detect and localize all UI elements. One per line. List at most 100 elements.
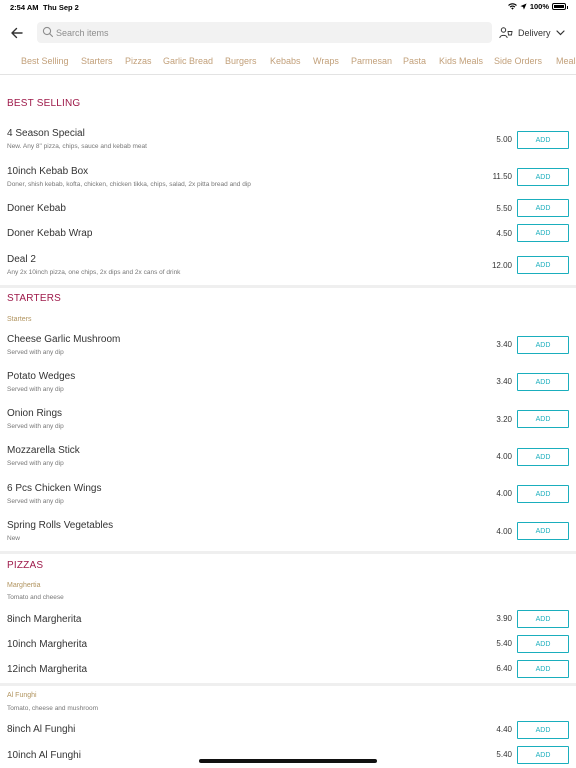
section-title-starters: STARTERS	[7, 293, 62, 304]
item-description: New. Any 8" pizza, chips, sauce and keba…	[7, 143, 147, 150]
section-title-pizzas: PIZZAS	[7, 560, 44, 571]
item-name[interactable]: Onion Rings	[7, 408, 62, 419]
section-divider	[0, 551, 576, 554]
back-arrow-icon[interactable]	[9, 25, 25, 41]
item-name[interactable]: 8inch Margherita	[7, 614, 81, 625]
section-divider	[0, 285, 576, 288]
tab-kebabs[interactable]: Kebabs	[270, 56, 301, 74]
item-description: Served with any dip	[7, 498, 64, 505]
tab-parmesan[interactable]: Parmesan	[351, 56, 392, 74]
subsection-description: Tomato, cheese and mushroom	[7, 705, 99, 712]
item-price: 12.00	[491, 261, 512, 270]
status-indicators: 100%	[507, 2, 568, 11]
add-button[interactable]: ADD	[517, 522, 569, 540]
item-name[interactable]: 8inch Al Funghi	[7, 724, 75, 735]
item-price: 3.40	[496, 340, 512, 349]
add-button[interactable]: ADD	[517, 168, 569, 186]
item-description: Served with any dip	[7, 349, 64, 356]
tab-side-orders[interactable]: Side Orders	[494, 56, 542, 74]
delivery-person-icon	[499, 27, 513, 39]
item-name[interactable]: 12inch Margherita	[7, 664, 87, 675]
item-name[interactable]: Doner Kebab	[7, 203, 66, 214]
group-divider	[0, 683, 576, 686]
add-button[interactable]: ADD	[517, 199, 569, 217]
item-price: 3.20	[496, 415, 512, 424]
item-price: 3.90	[496, 614, 512, 623]
item-name[interactable]: 10inch Kebab Box	[7, 166, 88, 177]
battery-percentage: 100%	[529, 2, 549, 11]
subsection-description: Tomato and cheese	[7, 594, 64, 601]
subsection-title: Al Funghi	[7, 692, 37, 699]
item-name[interactable]: Doner Kebab Wrap	[7, 228, 92, 239]
home-indicator[interactable]	[199, 759, 377, 763]
status-bar: 2:54 AM Thu Sep 2 100%	[0, 0, 576, 14]
add-button[interactable]: ADD	[517, 635, 569, 653]
tab-starters[interactable]: Starters	[81, 56, 113, 74]
tab-meals[interactable]: Meals	[556, 56, 576, 74]
add-button[interactable]: ADD	[517, 410, 569, 428]
item-price: 4.40	[496, 725, 512, 734]
item-description: Served with any dip	[7, 386, 64, 393]
location-arrow-icon	[520, 3, 527, 10]
status-date: Thu Sep 2	[43, 3, 79, 12]
add-button[interactable]: ADD	[517, 336, 569, 354]
subsection-title: Marghertia	[7, 582, 41, 589]
add-button[interactable]: ADD	[517, 224, 569, 242]
item-price: 4.50	[496, 229, 512, 238]
add-button[interactable]: ADD	[517, 485, 569, 503]
top-bar: Delivery	[0, 22, 576, 44]
item-description: Any 2x 10inch pizza, one chips, 2x dips …	[7, 269, 181, 276]
wifi-icon	[507, 3, 517, 10]
search-bar	[37, 22, 492, 43]
item-name[interactable]: Deal 2	[7, 254, 36, 265]
item-description: New	[7, 535, 21, 542]
tab-pizzas[interactable]: Pizzas	[125, 56, 152, 74]
status-time: 2:54 AM	[10, 3, 39, 12]
item-price: 5.40	[496, 750, 512, 759]
item-name[interactable]: Mozzarella Stick	[7, 445, 80, 456]
add-button[interactable]: ADD	[517, 131, 569, 149]
add-button[interactable]: ADD	[517, 448, 569, 466]
add-button[interactable]: ADD	[517, 256, 569, 274]
tab-best-selling[interactable]: Best Selling	[21, 56, 69, 74]
item-price: 6.40	[496, 664, 512, 673]
item-price: 11.50	[492, 172, 512, 181]
add-button[interactable]: ADD	[517, 721, 569, 739]
tab-burgers[interactable]: Burgers	[225, 56, 257, 74]
item-description: Served with any dip	[7, 460, 64, 467]
delivery-selector[interactable]: Delivery	[499, 25, 565, 41]
battery-icon	[552, 3, 568, 10]
add-button[interactable]: ADD	[517, 610, 569, 628]
item-price: 5.00	[496, 135, 512, 144]
item-name[interactable]: 10inch Al Funghi	[7, 750, 81, 761]
item-name[interactable]: 6 Pcs Chicken Wings	[7, 483, 101, 494]
chevron-down-icon	[555, 30, 565, 36]
delivery-label: Delivery	[518, 28, 551, 38]
item-price: 4.00	[496, 452, 512, 461]
item-description: Doner, shish kebab, kofta, chicken, chic…	[7, 181, 251, 188]
item-price: 5.40	[496, 639, 512, 648]
menu-list: BEST SELLING 4 Season Special New. Any 8…	[0, 76, 576, 768]
item-name[interactable]: Potato Wedges	[7, 371, 75, 382]
tab-garlic-bread[interactable]: Garlic Bread	[163, 56, 213, 74]
add-button[interactable]: ADD	[517, 660, 569, 678]
section-title-best-selling: BEST SELLING	[7, 98, 81, 109]
item-name[interactable]: 4 Season Special	[7, 128, 85, 139]
search-icon	[42, 26, 54, 38]
item-price: 4.00	[496, 527, 512, 536]
item-description: Served with any dip	[7, 423, 64, 430]
tab-wraps[interactable]: Wraps	[313, 56, 339, 74]
item-name[interactable]: Spring Rolls Vegetables	[7, 520, 113, 531]
item-price: 3.40	[496, 377, 512, 386]
search-input[interactable]	[56, 22, 486, 43]
tab-pasta[interactable]: Pasta	[403, 56, 426, 74]
add-button[interactable]: ADD	[517, 746, 569, 764]
subsection-title: Starters	[7, 316, 32, 323]
category-tabs: Best Selling Starters Pizzas Garlic Brea…	[0, 53, 576, 75]
item-name[interactable]: 10inch Margherita	[7, 639, 87, 650]
tab-kids-meals[interactable]: Kids Meals	[439, 56, 483, 74]
item-name[interactable]: Cheese Garlic Mushroom	[7, 334, 120, 345]
item-price: 4.00	[496, 489, 512, 498]
add-button[interactable]: ADD	[517, 373, 569, 391]
item-price: 5.50	[496, 204, 512, 213]
